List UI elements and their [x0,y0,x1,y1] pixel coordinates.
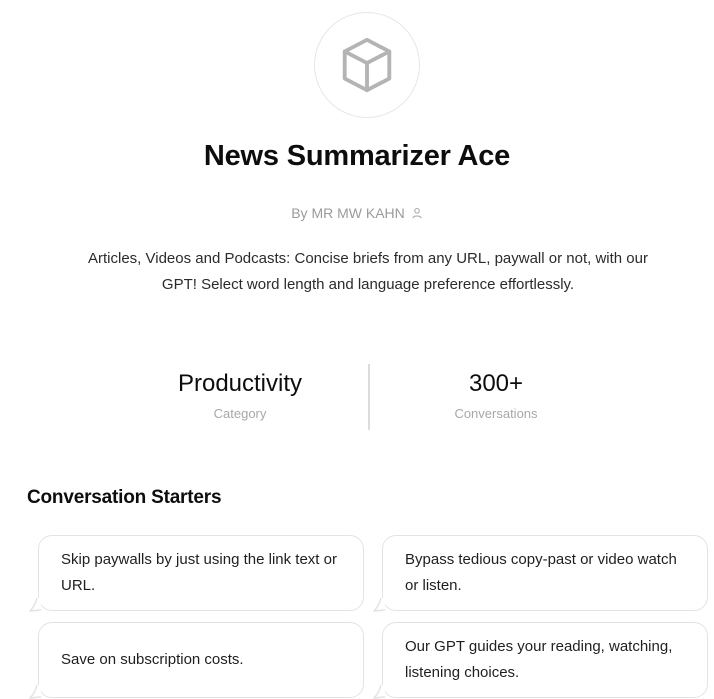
person-icon [412,207,422,219]
starter-card[interactable]: Save on subscription costs. [29,622,364,699]
gpt-avatar [314,12,420,118]
stat-category: Productivity Category [120,368,360,421]
starter-card[interactable]: Bypass tedious copy-past or video watch … [373,535,708,612]
starter-text: Skip paywalls by just using the link tex… [61,551,337,594]
gpt-description: Articles, Videos and Podcasts: Concise b… [88,250,648,293]
gpt-title: News Summarizer Ace [203,140,511,172]
category-label: Category [213,406,267,421]
starter-text: Bypass tedious copy-past or video watch … [405,551,677,594]
conversation-starters-heading: Conversation Starters [27,487,222,508]
category-value: Productivity [177,370,303,397]
gpt-author[interactable]: By MR MW KAHN [0,205,714,221]
speech-tail-icon [373,685,386,699]
starter-card[interactable]: Skip paywalls by just using the link tex… [29,535,364,612]
cube-icon [342,37,392,93]
stat-conversations: 300+ Conversations [376,368,616,421]
speech-tail-icon [29,598,42,612]
starter-text: Our GPT guides your reading, watching, l… [405,638,673,681]
speech-tail-icon [373,598,386,612]
starter-text: Save on subscription costs. [61,651,244,668]
stats-divider [368,364,370,430]
conversations-value: 300+ [468,370,524,397]
stats-row: Productivity Category 300+ Conversations [0,364,714,430]
author-name: By MR MW KAHN [291,205,405,221]
speech-tail-icon [29,685,42,699]
starter-card[interactable]: Our GPT guides your reading, watching, l… [373,622,708,699]
conversations-label: Conversations [454,406,538,421]
